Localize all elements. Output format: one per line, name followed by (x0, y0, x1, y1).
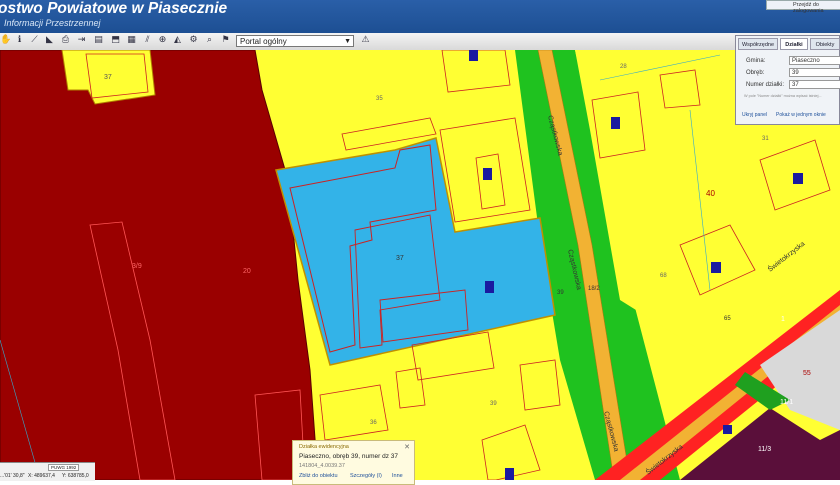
parcel-label: 1 (781, 316, 785, 323)
flag-icon[interactable]: ⚑ (220, 35, 231, 46)
parcel-label: 20 (243, 268, 251, 275)
coord-lon: ...'01' 30,8" (0, 473, 25, 479)
measure-area-icon[interactable]: ◣ (44, 35, 55, 46)
app-subtitle: Informacji Przestrzennej (4, 18, 101, 28)
parcel-label: 28 (620, 64, 627, 70)
parcel-label: 3/9 (132, 263, 142, 270)
map-toolbar: ✋ ℹ ⟋ ◣ ⎙ ⇥ ▤ ⬒ ▦ ⫽ ⊕ ◭ ⚙ ⌕ ⚑ Portal ogó… (0, 33, 840, 51)
parcel-label: 37 (104, 74, 112, 81)
parcel-label: 37 (396, 255, 404, 262)
tab-wspolrzedne[interactable]: Współrzędne (738, 38, 778, 50)
gmina-field[interactable]: Piaseczno (789, 56, 840, 65)
parcel-label: 40 (706, 189, 715, 198)
address-badge (711, 262, 721, 273)
portal-select[interactable]: Portal ogólny ▼ (236, 35, 354, 47)
parcel-label: 36 (370, 420, 377, 426)
coord-y: Y: 638785,0 (62, 473, 89, 479)
parcel-label: 35 (376, 96, 383, 102)
app-title: ostwo Powiatowe w Piasecznie (0, 0, 228, 17)
chevron-down-icon: ▼ (344, 38, 351, 45)
show-all-link[interactable]: Pokaż w jednym oknie (776, 112, 826, 118)
obreb-field[interactable]: 39 (789, 68, 840, 77)
measure-line-icon[interactable]: ⟋ (29, 35, 40, 46)
warning-icon[interactable]: ⚠ (360, 35, 371, 46)
popup-line2: 141804_4.0039.37 (299, 463, 345, 469)
parcel-label: 39 (557, 290, 564, 296)
pin-icon[interactable]: ⊕ (157, 35, 168, 46)
tab-dzialki[interactable]: Działki (780, 38, 808, 50)
login-button[interactable]: Przejdź do zalogowania (766, 0, 840, 14)
address-badge (793, 173, 803, 184)
address-badge (469, 50, 478, 61)
app-header: ostwo Powiatowe w Piasecznie Informacji … (0, 0, 840, 33)
hide-panel-link[interactable]: Ukryj panel (742, 112, 767, 118)
select-icon[interactable]: ⬒ (110, 35, 121, 46)
address-badge (485, 281, 494, 293)
parcel-label: 68 (660, 273, 667, 279)
parcel-label: 31 (762, 136, 769, 142)
numer-label: Numer działki: (746, 82, 785, 88)
hatch-icon[interactable]: ▦ (126, 35, 137, 46)
parcel-label: 11/3 (758, 446, 771, 453)
settings-icon[interactable]: ⚙ (188, 35, 199, 46)
identify-icon[interactable]: ℹ (14, 35, 25, 46)
zoom-icon[interactable]: ⌕ (204, 35, 215, 46)
layers-icon[interactable]: ▤ (93, 35, 104, 46)
portal-select-value: Portal ogólny (240, 37, 287, 46)
parcel-label: 11/1 (780, 399, 793, 406)
tab-obiekty[interactable]: Obiekty (810, 38, 840, 50)
gmina-label: Gmina: (746, 58, 766, 64)
parcel-label: 55 (803, 370, 811, 377)
search-panel: Współrzędne Działki Obiekty Gmina: Piase… (735, 35, 840, 125)
pan-icon[interactable]: ✋ (0, 35, 11, 46)
numer-field[interactable]: 37 (789, 80, 840, 89)
export-icon[interactable]: ⇥ (76, 35, 87, 46)
panel-hint: W pole "Numer działki" można wpisać istn… (744, 94, 822, 98)
print-icon[interactable]: ⎙ (60, 35, 71, 46)
profile-icon[interactable]: ⫽ (142, 35, 153, 46)
address-badge (483, 168, 492, 180)
parcel-label: 65 (724, 316, 731, 322)
parcel-info-popup: Działka ewidencyjna ✕ Piaseczno, obręb 3… (292, 440, 415, 485)
crs-select[interactable]: PUWG 1992 (48, 464, 80, 471)
details-link[interactable]: Szczegóły (I) (350, 473, 382, 479)
other-link[interactable]: Inne (392, 473, 403, 479)
popup-line1: Piaseczno, obręb 39, numer dz 37 (299, 453, 399, 460)
parcel-label: 18/2 (588, 286, 600, 292)
address-badge (505, 468, 514, 480)
coordinates-bar: PUWG 1992 ...'01' 30,8" X: 489637,4 Y: 6… (0, 462, 95, 481)
popup-title: Działka ewidencyjna (299, 444, 349, 450)
distance-icon[interactable]: ◭ (172, 35, 183, 46)
obreb-label: Obręb: (746, 70, 765, 76)
address-badge (611, 117, 620, 129)
coord-x: X: 489637,4 (28, 473, 55, 479)
map-canvas[interactable]: Cząstkowska Cząstkowska Cząstkowska Świe… (0, 50, 840, 480)
parcel-label: 39 (490, 401, 497, 407)
address-badge (723, 425, 732, 434)
zoom-to-object-link[interactable]: Zbliż do obiektu (299, 473, 338, 479)
close-icon[interactable]: ✕ (404, 443, 410, 451)
